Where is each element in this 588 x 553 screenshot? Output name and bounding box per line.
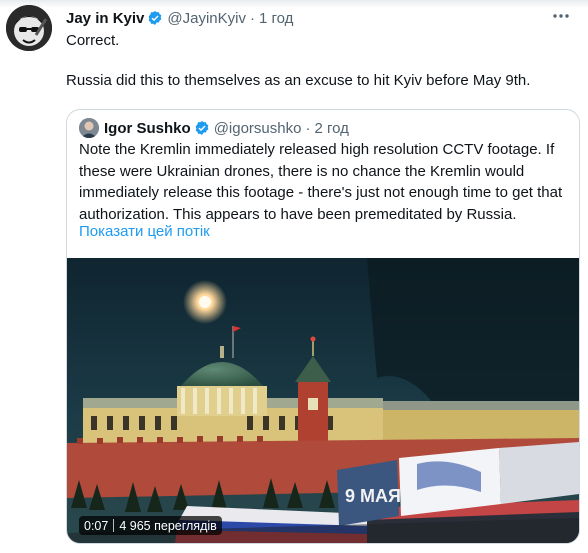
- video-player[interactable]: 9 МАЯ 0:07 4 965 переглядів: [67, 258, 579, 543]
- tweet-text-line-1: Correct.: [66, 32, 120, 49]
- author-avatar[interactable]: [6, 5, 52, 51]
- more-options-icon[interactable]: [548, 6, 574, 26]
- quoted-author-handle: @igorsushko: [213, 119, 302, 137]
- billboard-text: 9 МАЯ: [345, 486, 401, 506]
- badge-divider: [113, 519, 115, 532]
- tweet-header: Jay in Kyiv @JayinKyiv · 1 год: [66, 8, 293, 28]
- quoted-author-avatar: [79, 118, 99, 138]
- video-views: 4 965 переглядів: [119, 518, 217, 533]
- previous-tweet-edge: [0, 0, 588, 8]
- quoted-tweet-time: 2 год: [314, 119, 349, 137]
- quoted-author-name: Igor Sushko: [104, 119, 191, 137]
- verified-badge-icon: [147, 10, 163, 26]
- tweet-time[interactable]: 1 год: [259, 10, 293, 27]
- verified-badge-icon: [194, 120, 210, 136]
- separator-dot: ·: [305, 119, 311, 137]
- video-info-badge: 0:07 4 965 переглядів: [79, 516, 222, 535]
- video-duration: 0:07: [84, 518, 109, 533]
- show-thread-link[interactable]: Показати цей потік: [79, 223, 210, 240]
- author-handle[interactable]: @JayinKyiv: [167, 10, 246, 27]
- quoted-tweet-text: Note the Kremlin immediately released hi…: [79, 141, 563, 223]
- author-name[interactable]: Jay in Kyiv: [66, 10, 144, 27]
- tweet-text-line-2: Russia did this to themselves as an excu…: [66, 72, 531, 89]
- separator-dot: ·: [249, 9, 255, 27]
- quoted-tweet[interactable]: Igor Sushko @igorsushko · 2 год Note the…: [66, 109, 580, 544]
- quoted-tweet-header: Igor Sushko @igorsushko · 2 год: [79, 118, 349, 138]
